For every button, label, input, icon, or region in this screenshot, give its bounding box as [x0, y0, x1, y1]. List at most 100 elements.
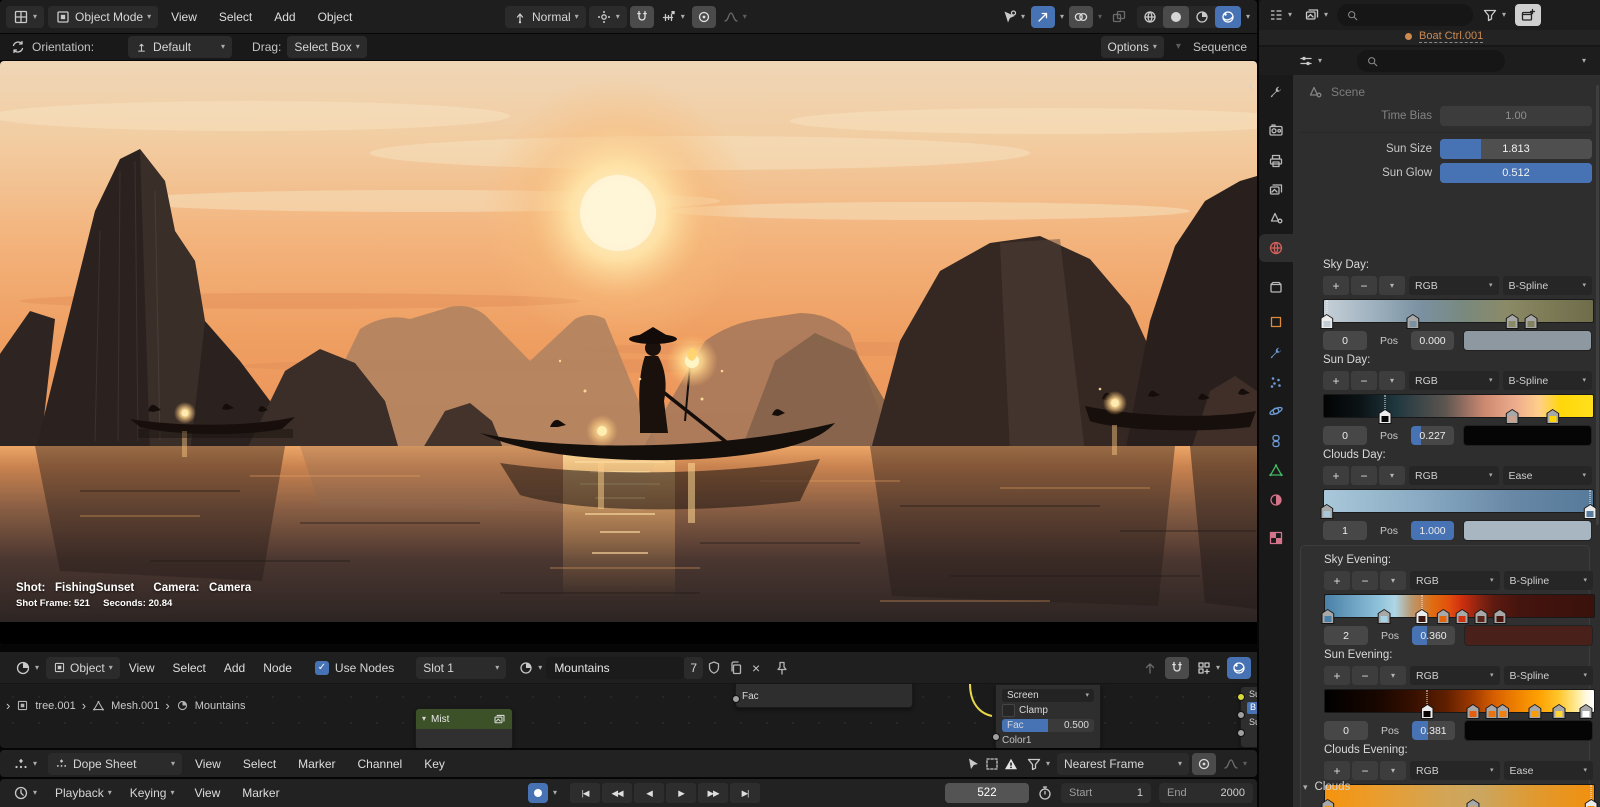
frame-start-field[interactable]: Start 1 [1061, 783, 1151, 803]
time-bias-field[interactable]: 1.00 [1440, 106, 1592, 126]
outliner-partial-row[interactable]: Boat Ctrl.001 [1259, 30, 1600, 45]
color-mode-dropdown[interactable]: RGB ▾ [1409, 466, 1499, 485]
add-stop-button[interactable]: + [1324, 666, 1350, 685]
stop-position-field[interactable]: 0.381 [1412, 721, 1455, 740]
ramp-options-dropdown[interactable]: ▾ [1379, 466, 1405, 485]
dope-menu-key[interactable]: Key [415, 757, 454, 771]
slot-dropdown[interactable]: Slot 1 ▾ [416, 656, 507, 679]
play-reverse-button[interactable]: ◀ [634, 783, 665, 803]
unlink-material-button[interactable]: × [747, 657, 765, 679]
interpolation-dropdown[interactable]: B-Spline ▾ [1502, 276, 1592, 295]
outliner-display-mode-dropdown[interactable]: ▾ [1301, 4, 1331, 26]
interpolation-dropdown[interactable]: Ease ▾ [1502, 466, 1592, 485]
stopwatch-icon[interactable] [1037, 785, 1053, 801]
overlays-toggle[interactable] [1068, 5, 1093, 28]
prev-keyframe-button[interactable]: ◀◀ [602, 783, 633, 803]
stop-position-field[interactable]: 1.000 [1411, 521, 1454, 540]
ramp-options-dropdown[interactable]: ▾ [1380, 571, 1406, 590]
dope-menu-channel[interactable]: Channel [349, 757, 412, 771]
transform-orientation-dropdown[interactable]: Normal ▾ [505, 5, 586, 28]
current-frame-field[interactable]: 522 [945, 783, 1029, 803]
fake-user-button[interactable] [703, 657, 725, 679]
properties-tab-material[interactable] [1259, 486, 1293, 514]
color-ramp-gradient[interactable] [1323, 394, 1594, 424]
properties-scrollbar[interactable] [1596, 85, 1599, 525]
node-snap-target-dropdown[interactable]: ▾ [1192, 657, 1224, 679]
outliner-filter-dropdown[interactable]: ▾ [1479, 4, 1509, 26]
gizmos-toggle[interactable] [1030, 5, 1055, 28]
mode-selector[interactable]: Object Mode ▾ [48, 5, 159, 28]
sidebar-toggle-icon[interactable]: ‹ [1248, 77, 1253, 93]
properties-tab-printer[interactable] [1259, 147, 1293, 175]
jump-to-end-button[interactable]: ▶| [730, 783, 761, 803]
selection-box-icon[interactable] [984, 756, 1000, 772]
auto-keying-toggle[interactable] [528, 783, 548, 803]
interpolation-dropdown[interactable]: B-Spline ▾ [1503, 571, 1593, 590]
color-mode-dropdown[interactable]: RGB ▾ [1410, 571, 1500, 590]
properties-tab-texture[interactable] [1259, 524, 1293, 552]
shader-menu-add[interactable]: Add [215, 661, 254, 675]
interpolation-dropdown[interactable]: B-Spline ▾ [1502, 371, 1592, 390]
remove-stop-button[interactable]: − [1352, 666, 1378, 685]
timeline-menu-view[interactable]: View [185, 786, 229, 800]
properties-tab-collection[interactable] [1259, 273, 1293, 301]
partial-node[interactable]: Subs B Su [1237, 686, 1257, 748]
node-overlays-toggle[interactable] [1227, 656, 1251, 679]
ramp-options-dropdown[interactable]: ▾ [1379, 276, 1405, 295]
menu-add[interactable]: Add [265, 10, 304, 24]
properties-tab-physics[interactable] [1259, 397, 1293, 425]
stop-position-field[interactable]: 0.000 [1411, 331, 1454, 350]
shader-menu-view[interactable]: View [120, 661, 164, 675]
properties-options-dropdown[interactable]: ▾ [1582, 57, 1594, 65]
remove-stop-button[interactable]: − [1352, 571, 1378, 590]
node-editor-canvas[interactable]: › tree.001 › Mesh.001 › Mountains ▾ Mist… [0, 684, 1257, 748]
panel-collapse-icon[interactable]: ▾ [1176, 42, 1181, 52]
properties-tab-wrench[interactable] [1259, 339, 1293, 367]
orientation-value-dropdown[interactable]: Default ▾ [128, 36, 233, 58]
input-socket[interactable] [992, 733, 1000, 741]
dope-menu-marker[interactable]: Marker [289, 757, 344, 771]
add-stop-button[interactable]: + [1323, 276, 1349, 295]
properties-editor-type-selector[interactable]: ▾ [1295, 50, 1325, 72]
properties-tab-particles[interactable] [1259, 368, 1293, 396]
remove-stop-button[interactable]: − [1351, 466, 1377, 485]
options-dropdown[interactable]: Options ▾ [1100, 36, 1164, 58]
dope-falloff-dropdown[interactable]: ▾ [1219, 753, 1251, 775]
properties-tab-world[interactable] [1259, 234, 1293, 262]
properties-tab-images[interactable] [1259, 176, 1293, 204]
proportional-edit-toggle[interactable] [691, 5, 716, 28]
breadcrumb-mesh[interactable]: Mesh.001 [111, 700, 159, 712]
breadcrumb-object[interactable]: tree.001 [35, 700, 75, 712]
ramp-options-dropdown[interactable]: ▾ [1379, 371, 1405, 390]
properties-tab-object[interactable] [1259, 308, 1293, 336]
input-socket[interactable] [1237, 729, 1245, 737]
snap-toggle-button[interactable] [629, 5, 654, 28]
keying-dropdown[interactable]: Keying ▾ [123, 782, 182, 804]
shading-rendered-button[interactable] [1214, 5, 1241, 28]
stop-index-field[interactable]: 0 [1323, 331, 1367, 350]
next-keyframe-button[interactable]: ▶▶ [698, 783, 729, 803]
input-socket[interactable] [1237, 711, 1245, 719]
gizmo-dropdown[interactable]: ▾ [1057, 12, 1067, 21]
input-socket-yellow[interactable] [1237, 693, 1245, 701]
add-stop-button[interactable]: + [1324, 571, 1350, 590]
menu-view[interactable]: View [162, 10, 206, 24]
shading-wireframe-button[interactable] [1137, 6, 1163, 28]
dope-mode-dropdown[interactable]: Dope Sheet ▾ [48, 752, 183, 775]
play-button[interactable]: ▶ [666, 783, 697, 803]
color-ramp-gradient[interactable] [1324, 689, 1595, 719]
material-name-field[interactable]: Mountains [546, 656, 685, 679]
outliner-editor-type-selector[interactable]: ▾ [1265, 4, 1295, 26]
pivot-point-dropdown[interactable]: ▾ [588, 5, 627, 28]
stop-index-field[interactable]: 0 [1323, 426, 1367, 445]
material-users-button[interactable]: 7 [684, 656, 703, 679]
properties-tab-constraint[interactable] [1259, 427, 1293, 455]
copy-material-button[interactable] [725, 657, 747, 679]
interpolation-dropdown[interactable]: B-Spline ▾ [1503, 666, 1593, 685]
properties-tab-scene[interactable] [1259, 204, 1293, 232]
properties-search-input[interactable] [1357, 50, 1506, 72]
timeline-menu-marker[interactable]: Marker [233, 786, 288, 800]
menu-select[interactable]: Select [210, 10, 261, 24]
outliner-search-input[interactable] [1337, 4, 1474, 26]
stop-color-swatch[interactable] [1463, 330, 1592, 351]
